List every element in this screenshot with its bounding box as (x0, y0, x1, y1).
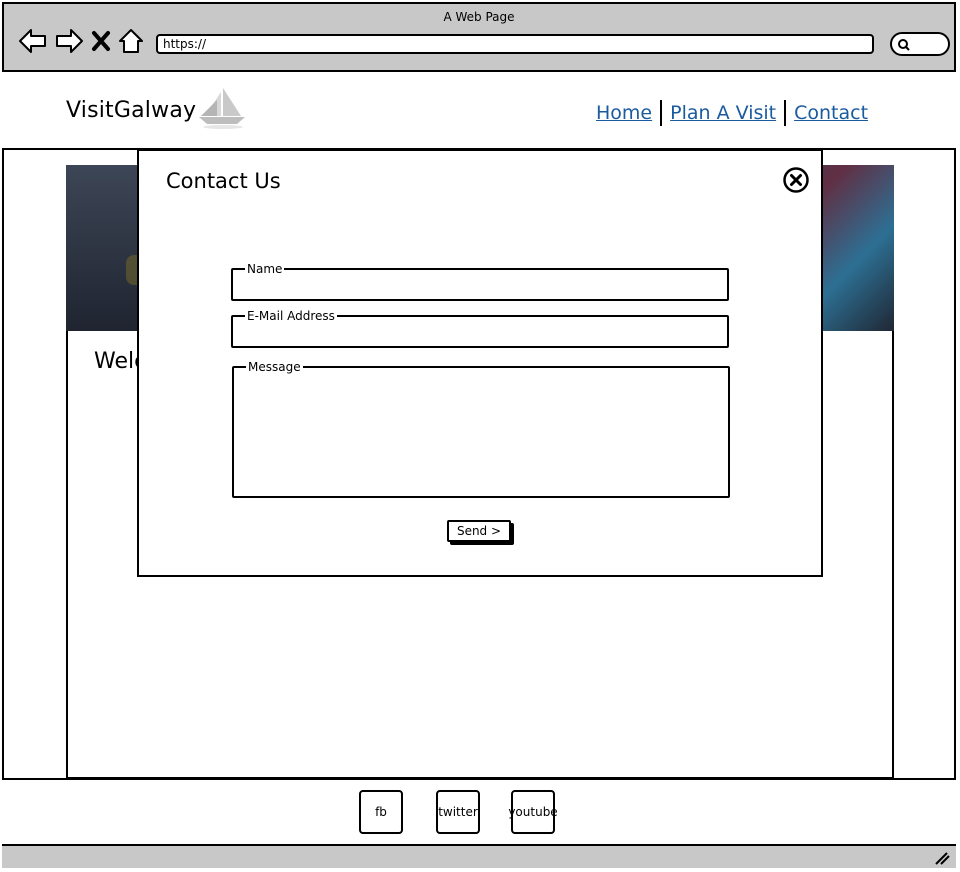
email-field: E-Mail Address (231, 310, 729, 348)
close-icon[interactable] (782, 166, 810, 194)
twitter-link[interactable]: twitter (436, 790, 480, 834)
contact-modal: Contact Us Name E-Mail Address Message S… (137, 149, 823, 577)
resize-grip-icon[interactable] (934, 851, 950, 865)
url-bar[interactable]: https:// (156, 34, 874, 54)
modal-title: Contact Us (166, 169, 281, 193)
nav-link-home[interactable]: Home (596, 102, 652, 124)
message-label: Message (248, 360, 301, 374)
nav-link-plan-a-visit[interactable]: Plan A Visit (670, 102, 776, 124)
youtube-link[interactable]: youtube (508, 790, 558, 834)
name-input[interactable] (241, 277, 719, 295)
nav-divider (660, 100, 663, 126)
browser-nav-buttons (18, 26, 144, 56)
main-nav: Home Plan A Visit Contact (596, 100, 868, 126)
nav-divider (784, 100, 787, 126)
message-field: Message (232, 361, 730, 498)
status-bar (2, 846, 956, 868)
back-arrow-icon[interactable] (18, 27, 48, 55)
search-icon (898, 39, 910, 51)
site-header: VisitGalway Home Plan A Visit Contact (2, 72, 956, 150)
facebook-link[interactable]: fb (359, 790, 403, 834)
site-logo-text[interactable]: VisitGalway (66, 98, 196, 123)
home-icon[interactable] (118, 27, 144, 55)
site-footer: fb twitter youtube (2, 778, 956, 846)
send-button[interactable]: Send > (447, 520, 511, 542)
close-x-icon[interactable] (90, 27, 112, 55)
sailboat-logo-icon (199, 88, 245, 129)
forward-arrow-icon[interactable] (54, 27, 84, 55)
email-input[interactable] (241, 324, 719, 342)
name-label: Name (247, 262, 283, 276)
name-field: Name (231, 263, 729, 301)
email-label: E-Mail Address (247, 309, 335, 323)
message-textarea[interactable] (242, 373, 720, 481)
browser-search-box[interactable] (890, 32, 950, 56)
browser-toolbar: A Web Page https:// (2, 2, 956, 72)
window-title: A Web Page (443, 10, 515, 24)
nav-link-contact[interactable]: Contact (794, 102, 868, 124)
